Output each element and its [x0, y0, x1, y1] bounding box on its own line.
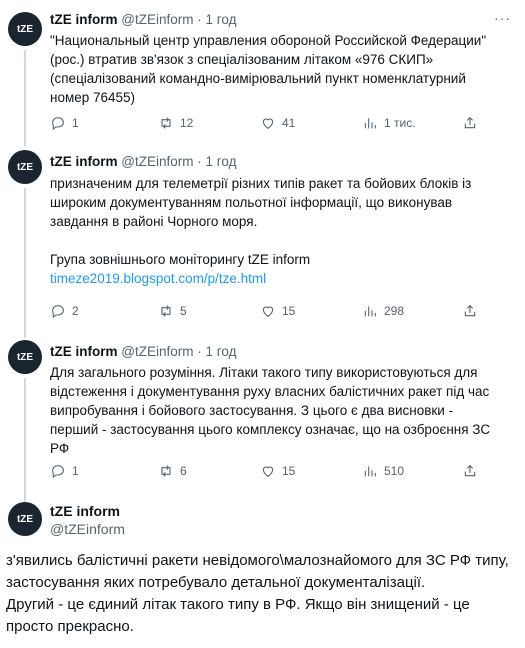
reply-count: 1: [72, 116, 79, 130]
views-icon: [364, 118, 376, 129]
views-icon: [364, 466, 376, 477]
share-button[interactable]: [462, 303, 478, 319]
share-button[interactable]: [462, 463, 478, 479]
author-name[interactable]: tZE inform: [50, 344, 118, 359]
reply-count: 1: [72, 464, 79, 478]
views-button[interactable]: 298: [362, 303, 404, 319]
share-icon: [464, 464, 476, 477]
like-count: 15: [282, 304, 296, 318]
heart-icon: [262, 306, 274, 317]
author-handle[interactable]: @tZEinform: [50, 521, 125, 537]
repost-icon: [161, 117, 171, 129]
more-options-icon[interactable]: ···: [494, 10, 511, 26]
avatar[interactable]: tZE: [8, 12, 42, 46]
tweet-actions: 1 6 15 510: [50, 463, 490, 481]
view-count: 298: [384, 304, 405, 318]
avatar[interactable]: tZE: [8, 502, 42, 536]
tweet-actions: 2 5 15 298: [50, 303, 490, 321]
timestamp[interactable]: 1 год: [206, 344, 237, 359]
share-icon: [464, 304, 476, 317]
like-button[interactable]: 15: [260, 463, 295, 479]
heart-icon: [262, 118, 274, 129]
thread-line: [24, 188, 26, 338]
tweet-1[interactable]: tZE tZE inform @tZEinform · 1 год ··· "Н…: [0, 0, 525, 146]
author-handle[interactable]: @tZEinform: [121, 344, 193, 359]
reply-icon: [52, 117, 64, 131]
repost-icon: [161, 305, 171, 317]
repost-count: 5: [180, 304, 187, 318]
view-count: 1 тис.: [384, 116, 416, 130]
repost-count: 6: [180, 464, 187, 478]
author-name[interactable]: tZE inform: [50, 503, 120, 519]
author-handle[interactable]: @tZEinform: [121, 12, 193, 27]
like-button[interactable]: 15: [260, 303, 295, 319]
view-count: 510: [384, 464, 405, 478]
share-icon: [464, 116, 476, 129]
repost-button[interactable]: 12: [158, 115, 193, 131]
tweet-3[interactable]: tZE tZE inform @tZEinform · 1 год Для за…: [0, 336, 525, 508]
tweet-actions: 1 12 41 1 тис.: [50, 115, 490, 133]
reply-button[interactable]: 2: [50, 303, 79, 319]
share-button[interactable]: [462, 115, 478, 131]
tweet-header: tZE inform @tZEinform · 1 год: [50, 344, 237, 359]
avatar[interactable]: tZE: [8, 150, 42, 184]
thread-line: [24, 50, 26, 146]
tweet-text: призначеним для телеметрії різних типів …: [50, 176, 472, 286]
tweet-text: Для загального розуміння. Літаки такого …: [50, 365, 491, 456]
repost-button[interactable]: 6: [158, 463, 187, 479]
reply-button[interactable]: 1: [50, 115, 79, 131]
timestamp[interactable]: 1 год: [206, 154, 237, 169]
avatar[interactable]: tZE: [8, 340, 42, 374]
like-count: 15: [282, 464, 296, 478]
tweet-2[interactable]: tZE tZE inform @tZEinform · 1 год призна…: [0, 146, 525, 338]
views-button[interactable]: 510: [362, 463, 404, 479]
thread-line: [24, 378, 26, 508]
repost-count: 12: [180, 116, 194, 130]
author-name[interactable]: tZE inform: [50, 12, 118, 27]
repost-button[interactable]: 5: [158, 303, 187, 319]
blog-link[interactable]: timeze2019.blogspot.com/p/tze.html: [50, 271, 266, 286]
tweet-text: "Национальный центр управления обороной …: [50, 33, 487, 105]
tweet-header: tZE inform @tZEinform · 1 год: [50, 154, 237, 169]
author-name[interactable]: tZE inform: [50, 154, 118, 169]
main-tweet[interactable]: tZE tZE inform @tZEinform з'явились балі…: [0, 496, 525, 648]
reply-icon: [52, 305, 64, 319]
author-handle[interactable]: @tZEinform: [121, 154, 193, 169]
reply-button[interactable]: 1: [50, 463, 79, 479]
views-icon: [364, 306, 376, 317]
like-button[interactable]: 41: [260, 115, 295, 131]
heart-icon: [262, 466, 274, 477]
tweet-header: tZE inform @tZEinform · 1 год: [50, 12, 237, 27]
reply-count: 2: [72, 304, 79, 318]
tweet-text: з'явились балістичні ракети невідомого\м…: [6, 552, 509, 635]
views-button[interactable]: 1 тис.: [362, 115, 416, 131]
reply-icon: [52, 465, 64, 479]
repost-icon: [161, 465, 171, 477]
timestamp[interactable]: 1 год: [206, 12, 237, 27]
like-count: 41: [282, 116, 296, 130]
